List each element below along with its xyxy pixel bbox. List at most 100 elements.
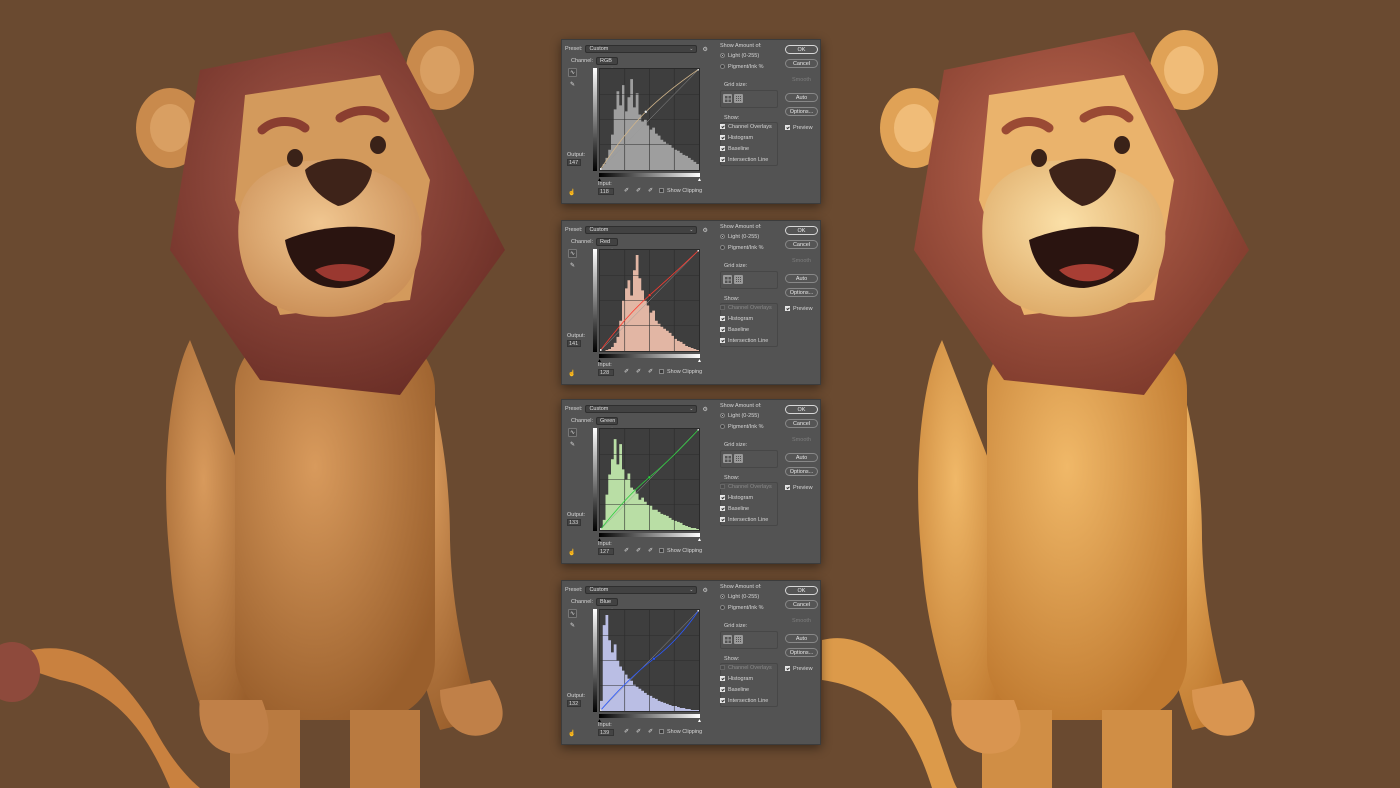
input-value-field[interactable]: 127 (598, 548, 614, 555)
output-value-field[interactable]: 141 (567, 340, 581, 347)
black-eyedropper-icon[interactable]: ✐ (624, 187, 629, 194)
white-eyedropper-icon[interactable]: ✐ (648, 368, 653, 375)
gear-icon[interactable]: ⚙ (702, 227, 707, 234)
cancel-button[interactable]: Cancel (785, 419, 818, 428)
baseline-checkbox[interactable]: Baseline (720, 687, 749, 693)
black-eyedropper-icon[interactable]: ✐ (624, 728, 629, 735)
channel-select[interactable]: Red ⌄ (596, 238, 619, 252)
options-button[interactable]: Options... (785, 648, 818, 657)
input-value-field[interactable]: 118 (598, 188, 614, 195)
preset-select[interactable]: Custom ⌄ (585, 45, 698, 53)
gray-eyedropper-icon[interactable]: ✐ (636, 547, 641, 554)
grid-small-icon[interactable] (734, 454, 743, 463)
grid-large-icon[interactable] (723, 454, 732, 463)
baseline-checkbox[interactable]: Baseline (720, 506, 749, 512)
preview-checkbox[interactable]: Preview (785, 306, 813, 312)
channel-select[interactable]: RGB ⌄ (596, 57, 619, 71)
histogram-checkbox[interactable]: Histogram (720, 316, 753, 322)
grid-small-icon[interactable] (734, 94, 743, 103)
gray-eyedropper-icon[interactable]: ✐ (636, 187, 641, 194)
pigment-radio[interactable]: Pigment/Ink % (720, 605, 763, 611)
cancel-button[interactable]: Cancel (785, 600, 818, 609)
pigment-radio[interactable]: Pigment/Ink % (720, 424, 763, 430)
pencil-tool-icon[interactable]: ✎ (568, 440, 577, 449)
white-point-slider[interactable]: ▲ (697, 178, 702, 183)
intersection-line-checkbox[interactable]: Intersection Line (720, 338, 768, 344)
light-radio[interactable]: Light (0-255) (720, 234, 759, 240)
targeted-adjustment-icon[interactable]: ☝ (568, 549, 575, 556)
channel-overlays-checkbox[interactable]: Channel Overlays (720, 305, 772, 311)
grid-large-icon[interactable] (723, 635, 732, 644)
show-clipping-checkbox[interactable]: Show Clipping (659, 369, 702, 375)
input-value-field[interactable]: 139 (598, 729, 614, 736)
options-button[interactable]: Options... (785, 107, 818, 116)
targeted-adjustment-icon[interactable]: ☝ (568, 189, 575, 196)
baseline-checkbox[interactable]: Baseline (720, 146, 749, 152)
pencil-tool-icon[interactable]: ✎ (568, 621, 577, 630)
options-button[interactable]: Options... (785, 467, 818, 476)
pigment-radio[interactable]: Pigment/Ink % (720, 245, 763, 251)
histogram-checkbox[interactable]: Histogram (720, 135, 753, 141)
preview-checkbox[interactable]: Preview (785, 485, 813, 491)
curves-graph[interactable] (599, 68, 700, 171)
gray-eyedropper-icon[interactable]: ✐ (636, 368, 641, 375)
ok-button[interactable]: OK (785, 45, 818, 54)
cancel-button[interactable]: Cancel (785, 240, 818, 249)
ok-button[interactable]: OK (785, 586, 818, 595)
gear-icon[interactable]: ⚙ (702, 46, 707, 53)
show-clipping-checkbox[interactable]: Show Clipping (659, 548, 702, 554)
histogram-checkbox[interactable]: Histogram (720, 676, 753, 682)
light-radio[interactable]: Light (0-255) (720, 53, 759, 59)
light-radio[interactable]: Light (0-255) (720, 413, 759, 419)
auto-button[interactable]: Auto (785, 634, 818, 643)
show-clipping-checkbox[interactable]: Show Clipping (659, 729, 702, 735)
output-value-field[interactable]: 133 (567, 519, 581, 526)
gear-icon[interactable]: ⚙ (702, 406, 707, 413)
auto-button[interactable]: Auto (785, 93, 818, 102)
light-radio[interactable]: Light (0-255) (720, 594, 759, 600)
curve-tool-icon[interactable]: ∿ (568, 68, 577, 77)
preset-select[interactable]: Custom ⌄ (585, 226, 698, 234)
preset-select[interactable]: Custom ⌄ (585, 586, 698, 594)
white-point-slider[interactable]: ▲ (697, 359, 702, 364)
channel-overlays-checkbox[interactable]: Channel Overlays (720, 124, 772, 130)
intersection-line-checkbox[interactable]: Intersection Line (720, 517, 768, 523)
white-eyedropper-icon[interactable]: ✐ (648, 547, 653, 554)
auto-button[interactable]: Auto (785, 274, 818, 283)
channel-overlays-checkbox[interactable]: Channel Overlays (720, 484, 772, 490)
cancel-button[interactable]: Cancel (785, 59, 818, 68)
intersection-line-checkbox[interactable]: Intersection Line (720, 157, 768, 163)
channel-select[interactable]: Green ⌄ (596, 417, 619, 431)
targeted-adjustment-icon[interactable]: ☝ (568, 730, 575, 737)
preset-select[interactable]: Custom ⌄ (585, 405, 698, 413)
curves-graph[interactable] (599, 609, 700, 712)
pigment-radio[interactable]: Pigment/Ink % (720, 64, 763, 70)
curve-tool-icon[interactable]: ∿ (568, 249, 577, 258)
output-value-field[interactable]: 147 (567, 159, 581, 166)
curve-tool-icon[interactable]: ∿ (568, 609, 577, 618)
white-point-slider[interactable]: ▲ (697, 538, 702, 543)
baseline-checkbox[interactable]: Baseline (720, 327, 749, 333)
ok-button[interactable]: OK (785, 226, 818, 235)
white-eyedropper-icon[interactable]: ✐ (648, 728, 653, 735)
output-value-field[interactable]: 132 (567, 700, 581, 707)
grid-small-icon[interactable] (734, 635, 743, 644)
white-eyedropper-icon[interactable]: ✐ (648, 187, 653, 194)
histogram-checkbox[interactable]: Histogram (720, 495, 753, 501)
input-value-field[interactable]: 128 (598, 369, 614, 376)
curve-tool-icon[interactable]: ∿ (568, 428, 577, 437)
channel-overlays-checkbox[interactable]: Channel Overlays (720, 665, 772, 671)
grid-small-icon[interactable] (734, 275, 743, 284)
grid-large-icon[interactable] (723, 94, 732, 103)
auto-button[interactable]: Auto (785, 453, 818, 462)
intersection-line-checkbox[interactable]: Intersection Line (720, 698, 768, 704)
ok-button[interactable]: OK (785, 405, 818, 414)
targeted-adjustment-icon[interactable]: ☝ (568, 370, 575, 377)
curves-graph[interactable] (599, 428, 700, 531)
gray-eyedropper-icon[interactable]: ✐ (636, 728, 641, 735)
grid-large-icon[interactable] (723, 275, 732, 284)
show-clipping-checkbox[interactable]: Show Clipping (659, 188, 702, 194)
preview-checkbox[interactable]: Preview (785, 666, 813, 672)
curves-graph[interactable] (599, 249, 700, 352)
gear-icon[interactable]: ⚙ (702, 587, 707, 594)
